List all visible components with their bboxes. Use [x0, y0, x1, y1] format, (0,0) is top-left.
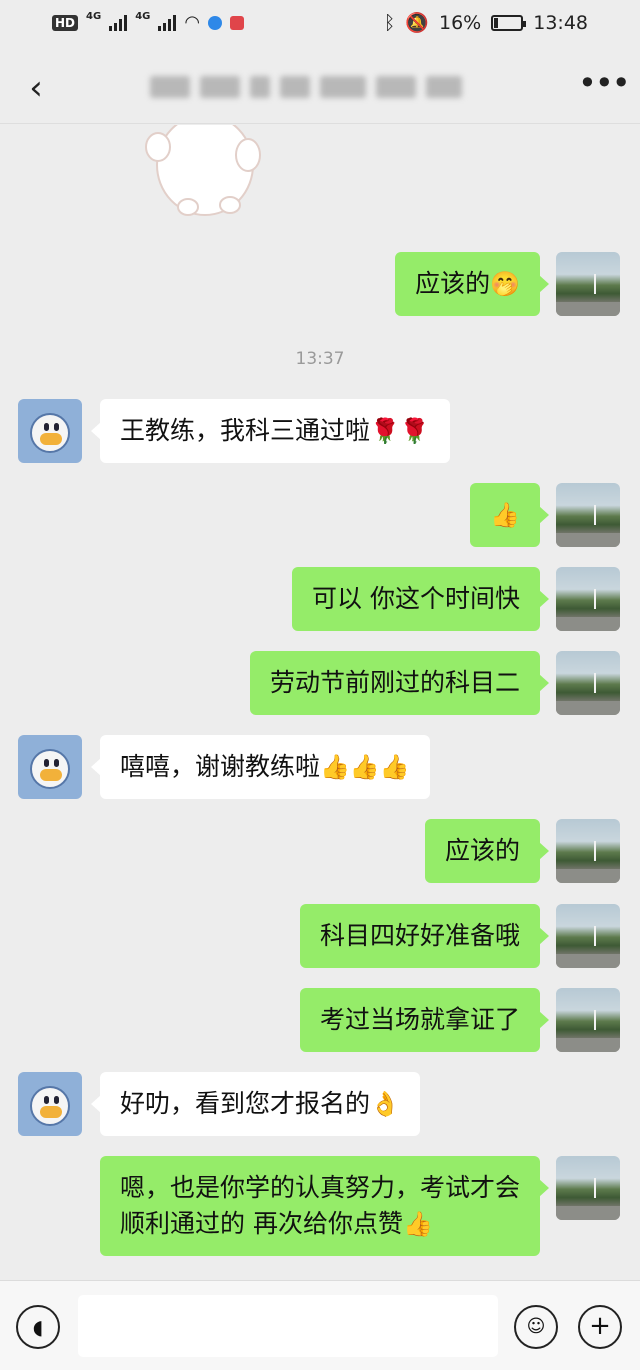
- message-text: 可以 你这个时间快: [312, 584, 520, 613]
- status-time: 13:48: [533, 11, 588, 34]
- message-text: 应该的: [415, 269, 491, 298]
- time-separator: 13:37: [295, 349, 345, 369]
- message-bubble[interactable]: 应该的: [424, 819, 550, 883]
- message-text: 嗯，也是你学的认真努力，考试才会顺利通过的 再次给你点赞: [120, 1173, 521, 1238]
- mute-bell-icon: 🔕: [405, 12, 429, 34]
- thumbs-up-icon: 👍: [402, 1210, 433, 1238]
- status-right: ᛒ 🔕 16% 13:48: [383, 11, 588, 35]
- avatar[interactable]: [18, 735, 82, 799]
- wifi-icon: ◠: [184, 12, 201, 33]
- avatar[interactable]: [556, 1156, 620, 1220]
- avatar[interactable]: [556, 904, 620, 968]
- battery-percent: 16%: [439, 11, 482, 34]
- chevron-left-icon[interactable]: ‹: [16, 68, 56, 108]
- reader-notification-icon: [230, 15, 245, 30]
- blurred-title-redaction: [150, 74, 480, 100]
- message-bubble[interactable]: 科目四好好准备哦: [299, 904, 550, 968]
- message-bubble[interactable]: 嗯，也是你学的认真努力，考试才会顺利通过的 再次给你点赞👍: [100, 1156, 549, 1256]
- message-bubble[interactable]: 嘻嘻，谢谢教练啦👍👍👍: [91, 735, 430, 799]
- message-text: 科目四好好准备哦: [319, 921, 520, 950]
- app-notification-icon: [208, 15, 223, 30]
- emoji-icon[interactable]: ☺: [514, 1305, 558, 1349]
- message-bubble[interactable]: 👍: [470, 483, 549, 547]
- message-bubble[interactable]: 考过当场就拿证了: [299, 988, 550, 1052]
- avatar[interactable]: [556, 988, 620, 1052]
- avatar[interactable]: [18, 1072, 82, 1136]
- emoji-icon: 🤭: [490, 270, 520, 298]
- message-input[interactable]: [78, 1295, 498, 1357]
- avatar[interactable]: [18, 399, 82, 463]
- status-left: HD 4G 4G ◠: [52, 11, 245, 33]
- input-bar: ◖ ☺ +: [0, 1280, 640, 1370]
- battery-fill: [494, 17, 499, 28]
- chat-header: ‹ •••: [0, 52, 640, 124]
- ok-hand-icon: 👌: [370, 1090, 400, 1118]
- more-dots-icon[interactable]: •••: [578, 67, 631, 106]
- message-text: 劳动节前刚过的科目二: [269, 668, 520, 697]
- message-text: 应该的: [444, 836, 520, 865]
- message-bubble[interactable]: 劳动节前刚过的科目二: [249, 651, 550, 715]
- avatar[interactable]: [556, 651, 620, 715]
- message-text: 考过当场就拿证了: [319, 1005, 520, 1034]
- signal-icon-2: [158, 14, 177, 31]
- message-text: 嘻嘻，谢谢教练啦: [120, 752, 321, 781]
- sticker-image: [145, 125, 261, 216]
- message-text: 王教练，我科三通过啦: [120, 416, 371, 445]
- status-bar: HD 4G 4G ◠ ᛒ 🔕 16% 13:48: [0, 0, 640, 46]
- message-bubble[interactable]: 王教练，我科三通过啦🌹🌹: [91, 399, 450, 463]
- network-type-1: 4G: [86, 11, 102, 22]
- bluetooth-icon: ᛒ: [383, 11, 396, 34]
- message-bubble[interactable]: 好叻，看到您才报名的👌: [91, 1072, 420, 1136]
- avatar[interactable]: [556, 567, 620, 631]
- battery-icon: [491, 14, 527, 31]
- network-type-2: 4G: [135, 11, 151, 22]
- message-text: 好叻，看到您才报名的: [120, 1089, 371, 1118]
- avatar[interactable]: [556, 819, 620, 883]
- avatar[interactable]: [556, 252, 620, 316]
- message-bubble[interactable]: 应该的🤭: [395, 252, 549, 316]
- avatar[interactable]: [556, 483, 620, 547]
- thumbs-up-icon: 👍👍👍: [320, 753, 410, 781]
- message-bubble[interactable]: 可以 你这个时间快: [292, 567, 549, 631]
- signal-icon: [109, 14, 128, 31]
- hd-badge: HD: [52, 14, 79, 31]
- thumbs-up-icon: 👍: [490, 501, 520, 529]
- voice-icon[interactable]: ◖: [16, 1305, 60, 1349]
- chat-area[interactable]: 应该的🤭 13:37 王教练，我科三通过啦🌹🌹 👍 可以 你这个时间快 劳动节前…: [0, 125, 640, 1280]
- emoji-icon: 🌹🌹: [370, 417, 430, 445]
- plus-icon[interactable]: +: [578, 1305, 622, 1349]
